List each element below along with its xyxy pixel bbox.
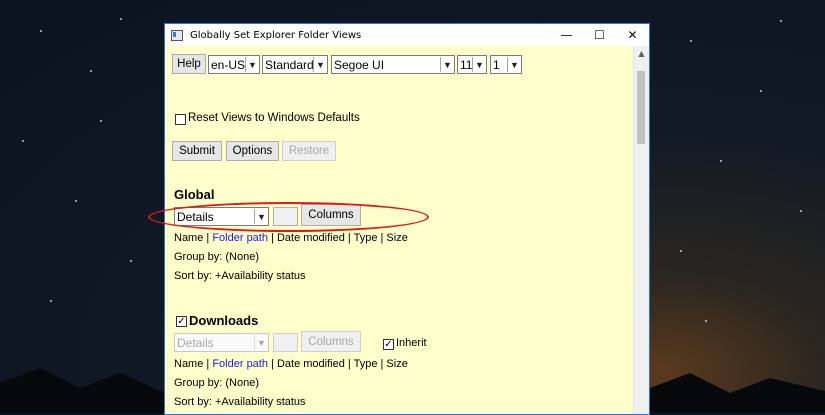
chevron-down-icon: ▼ (440, 57, 454, 72)
global-column-rest: Date modified | Type | Size (276, 232, 408, 244)
app-window-icon (171, 29, 183, 41)
font-select[interactable]: Segoe UI ▼ (331, 55, 455, 74)
annotation-highlight-ellipse (148, 202, 429, 232)
close-button[interactable]: ✕ (616, 24, 649, 46)
downloads-blank-field[interactable] (273, 333, 298, 352)
scale-select[interactable]: 1 ▼ (490, 55, 522, 74)
scale-select-value: 1 (493, 57, 500, 72)
downloads-column-name: Name (174, 358, 204, 370)
downloads-group-by: Group by: (None) (174, 377, 259, 389)
help-button[interactable]: Help (172, 54, 206, 74)
downloads-view-select[interactable]: Details ▼ (174, 333, 269, 352)
downloads-column-folder-path[interactable]: Folder path (212, 358, 268, 370)
checkmark-icon: ✓ (384, 339, 393, 350)
locale-select[interactable]: en-US ▼ (208, 55, 260, 74)
global-column-folder-path[interactable]: Folder path (212, 232, 268, 244)
vertical-scrollbar[interactable]: ▲ (633, 46, 649, 414)
window-title: Globally Set Explorer Folder Views (190, 29, 362, 41)
separator: | (203, 232, 213, 244)
chevron-down-icon: ▼ (313, 57, 327, 72)
chevron-down-icon: ▼ (507, 57, 521, 72)
downloads-column-rest: Date modified | Type | Size (276, 358, 408, 370)
font-size-select[interactable]: 11 ▼ (457, 55, 487, 74)
downloads-columns-button[interactable]: Columns (301, 331, 361, 352)
options-button[interactable]: Options (226, 141, 279, 161)
chevron-down-icon: ▼ (472, 57, 486, 72)
scroll-up-arrow-icon[interactable]: ▲ (634, 46, 649, 61)
font-select-value: Segoe UI (334, 57, 385, 72)
reset-views-label: Reset Views to Windows Defaults (188, 112, 360, 124)
downloads-sort-by: Sort by: +Availability status (174, 396, 306, 408)
chevron-down-icon: ▼ (254, 335, 268, 350)
scrollbar-thumb[interactable] (637, 71, 645, 144)
title-bar[interactable]: Globally Set Explorer Folder Views — ☐ ✕ (165, 24, 649, 46)
inherit-label: Inherit (396, 337, 427, 349)
style-select-value: Standard (265, 57, 313, 72)
locale-select-value: en-US (211, 57, 245, 72)
font-size-select-value: 11 (460, 57, 472, 72)
chevron-down-icon: ▼ (245, 57, 259, 72)
global-columns-list: Name | Folder path | Date modified | Typ… (174, 232, 408, 244)
separator: | (267, 358, 277, 370)
separator: | (203, 358, 213, 370)
downloads-heading: Downloads (189, 313, 259, 328)
separator: | (267, 232, 277, 244)
minimize-button[interactable]: — (550, 24, 583, 46)
downloads-view-value: Details (177, 335, 214, 350)
submit-button[interactable]: Submit (172, 141, 222, 161)
maximize-button[interactable]: ☐ (583, 24, 616, 46)
reset-views-checkbox[interactable] (175, 114, 186, 125)
style-select[interactable]: Standard ▼ (262, 55, 328, 74)
global-heading: Global (174, 187, 215, 202)
downloads-columns-list: Name | Folder path | Date modified | Typ… (174, 358, 408, 370)
checkmark-icon: ✓ (177, 316, 186, 327)
inherit-checkbox[interactable]: ✓ (383, 339, 394, 350)
global-group-by: Group by: (None) (174, 251, 259, 263)
global-column-name: Name (174, 232, 204, 244)
downloads-checkbox[interactable]: ✓ (176, 316, 187, 327)
restore-button[interactable]: Restore (282, 141, 336, 161)
global-sort-by: Sort by: +Availability status (174, 270, 306, 282)
